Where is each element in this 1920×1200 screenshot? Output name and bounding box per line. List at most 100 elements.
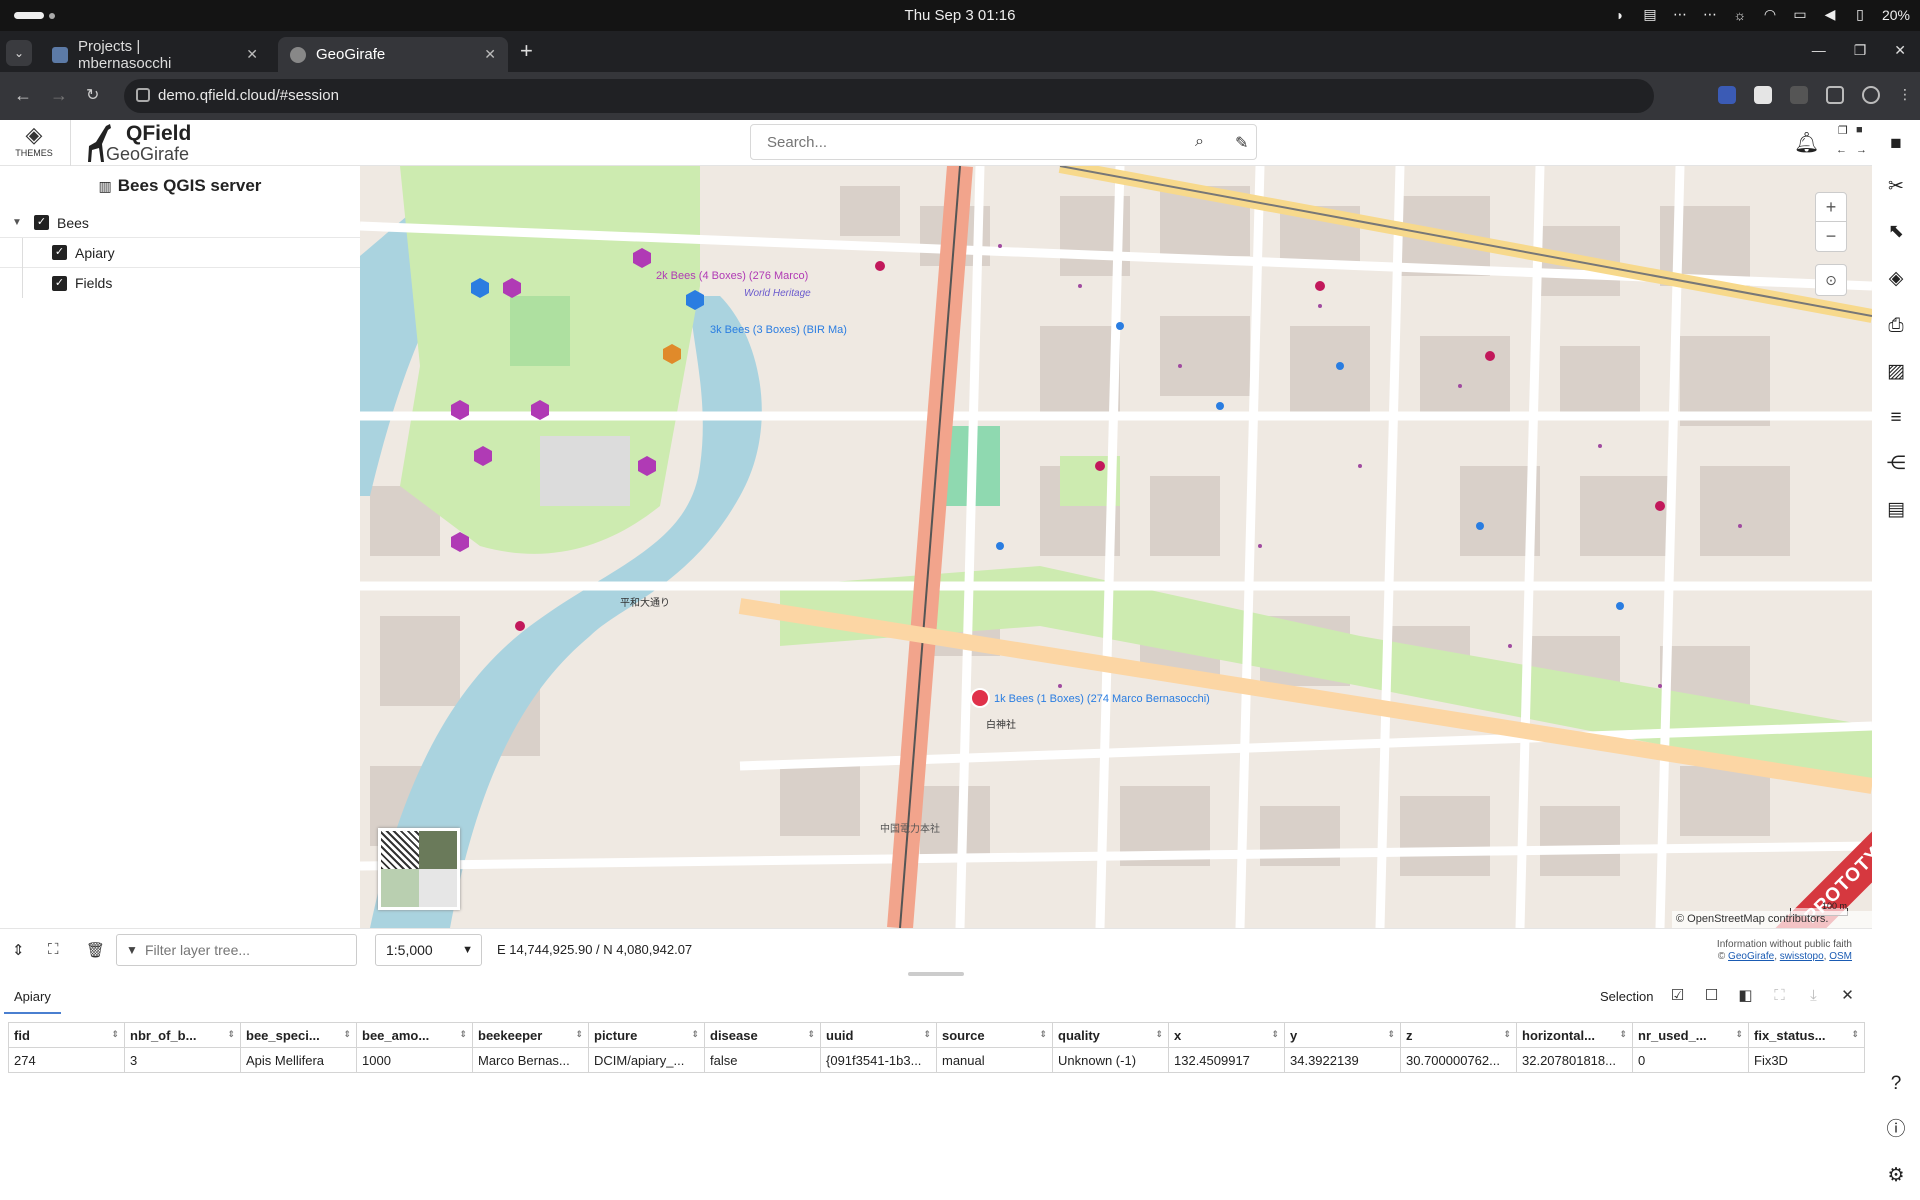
close-icon[interactable]: ✕ — [484, 46, 496, 63]
tab-projects[interactable]: Projects | mbernasocchi ✕ — [40, 37, 270, 72]
database-icon[interactable]: ≡ — [1884, 406, 1908, 430]
column-header[interactable]: quality ⇕ — [1052, 1022, 1169, 1048]
more-icon[interactable]: ⋯ — [1702, 6, 1718, 23]
sort-icon[interactable]: ⇕ — [343, 1029, 351, 1040]
sort-icon[interactable]: ⇕ — [1387, 1029, 1395, 1040]
sort-icon[interactable]: ⇕ — [1271, 1029, 1279, 1040]
select-checked-icon[interactable]: ☑ — [1667, 986, 1687, 1006]
column-header[interactable]: nbr_of_b... ⇕ — [124, 1022, 241, 1048]
sort-icon[interactable]: ⇕ — [1155, 1029, 1163, 1040]
sort-icon[interactable]: ⇕ — [459, 1029, 467, 1040]
scale-select[interactable]: 1:5,000 ▼ — [375, 934, 482, 966]
link-geogirafe[interactable]: GeoGirafe — [1728, 951, 1774, 962]
hatch-icon[interactable]: ▨ — [1884, 360, 1908, 384]
zoom-extent-icon[interactable]: ⛶ — [48, 941, 59, 958]
sort-icon[interactable]: ⇕ — [111, 1029, 119, 1040]
layer-item-apiary[interactable]: ✓ Apiary — [0, 238, 360, 268]
battery-icon[interactable]: ▯ — [1852, 6, 1868, 23]
table-row[interactable]: 274 3 Apis Mellifera 1000 Marco Bernas..… — [8, 1047, 1865, 1073]
clipboard-icon[interactable]: ▤ — [1642, 6, 1658, 23]
table-cell[interactable]: {091f3541-1b3... — [820, 1047, 937, 1073]
column-header[interactable]: horizontal... ⇕ — [1516, 1022, 1633, 1048]
column-header[interactable]: fix_status... ⇕ — [1748, 1022, 1865, 1048]
tab-geogirafe[interactable]: GeoGirafe ✕ — [278, 37, 508, 72]
url-field[interactable]: demo.qfield.cloud/#session — [124, 79, 1654, 113]
back-icon[interactable]: ← — [14, 85, 32, 106]
print-icon[interactable]: ⎙ — [1884, 314, 1908, 338]
info-icon[interactable]: ⓘ — [1884, 1118, 1908, 1142]
invert-selection-icon[interactable]: ◧ — [1735, 986, 1755, 1006]
select-none-icon[interactable]: ☐ — [1701, 986, 1721, 1006]
map-canvas[interactable]: 2k Bees (4 Boxes) (276 Marco) 3k Bees (3… — [360, 166, 1872, 928]
themes-button[interactable]: ◈ THEMES — [8, 122, 60, 164]
video-icon[interactable]: ■ — [1884, 132, 1908, 156]
close-icon[interactable]: ✕ — [246, 46, 258, 63]
column-header[interactable]: uuid ⇕ — [820, 1022, 937, 1048]
minimize-icon[interactable]: — — [1812, 42, 1826, 59]
panel-resize-handle[interactable] — [908, 972, 964, 976]
layer-item-fields[interactable]: ✓ Fields — [0, 268, 360, 298]
table-cell[interactable]: 32.207801818... — [1516, 1047, 1633, 1073]
sort-icon[interactable]: ⇕ — [691, 1029, 699, 1040]
sort-icon[interactable]: ⇕ — [923, 1029, 931, 1040]
column-header[interactable]: y ⇕ — [1284, 1022, 1401, 1048]
window-icon[interactable]: ❐ — [1838, 124, 1848, 137]
layer-checkbox[interactable]: ✓ — [52, 245, 67, 260]
extension-icon[interactable] — [1718, 86, 1736, 104]
sort-icon[interactable]: ⇕ — [807, 1029, 815, 1040]
more-icon[interactable]: ⋯ — [1672, 6, 1688, 23]
sort-icon[interactable]: ⇕ — [1039, 1029, 1047, 1040]
column-header[interactable]: bee_amo... ⇕ — [356, 1022, 473, 1048]
layers-stack-icon[interactable]: ◈ — [1884, 267, 1908, 291]
search-input[interactable] — [767, 125, 1167, 159]
table-cell[interactable]: Marco Bernas... — [472, 1047, 589, 1073]
table-cell[interactable]: 30.700000762... — [1400, 1047, 1517, 1073]
table-cell[interactable]: 1000 — [356, 1047, 473, 1073]
forward-icon[interactable]: → — [50, 85, 68, 106]
help-icon[interactable]: ? — [1884, 1072, 1908, 1096]
brightness-icon[interactable]: ☼ — [1732, 7, 1748, 23]
arrow-forward-icon[interactable]: → — [1856, 144, 1867, 156]
search-icon[interactable]: ⌕ — [1195, 133, 1204, 151]
column-header[interactable]: source ⇕ — [936, 1022, 1053, 1048]
sort-icon[interactable]: ⇕ — [575, 1029, 583, 1040]
geolocation-button[interactable]: ⊙ — [1815, 264, 1847, 296]
table-cell[interactable]: Fix3D — [1748, 1047, 1865, 1073]
column-header[interactable]: x ⇕ — [1168, 1022, 1285, 1048]
download-icon[interactable]: ⤓ — [1803, 986, 1823, 1006]
table-cell[interactable]: 132.4509917 — [1168, 1047, 1285, 1073]
extension-icon[interactable] — [1754, 86, 1772, 104]
table-cell[interactable]: Unknown (-1) — [1052, 1047, 1169, 1073]
maximize-icon[interactable]: ❐ — [1854, 42, 1867, 59]
trash-icon[interactable]: 🗑︎ — [86, 941, 105, 959]
new-tab-button[interactable]: + — [520, 38, 533, 64]
extension-icon[interactable] — [1790, 86, 1808, 104]
link-osm[interactable]: OSM — [1829, 951, 1852, 962]
column-header[interactable]: nr_used_... ⇕ — [1632, 1022, 1749, 1048]
zoom-in-button[interactable]: + — [1816, 193, 1846, 222]
filter-input[interactable] — [145, 935, 345, 965]
sort-icon[interactable]: ⇕ — [1619, 1029, 1627, 1040]
system-tray[interactable]: ◗ ▤ ⋯ ⋯ ☼ ◠ ▭ ◀ ▯ 20% — [1612, 6, 1910, 23]
link-swisstopo[interactable]: swisstopo — [1780, 951, 1824, 962]
layer-checkbox[interactable]: ✓ — [52, 275, 67, 291]
column-header[interactable]: bee_speci... ⇕ — [240, 1022, 357, 1048]
column-header[interactable]: z ⇕ — [1400, 1022, 1517, 1048]
zoom-out-button[interactable]: − — [1816, 222, 1846, 251]
share-icon[interactable]: ⋲ — [1884, 452, 1908, 476]
reload-icon[interactable]: ↻ — [86, 85, 99, 105]
draw-pencil-icon[interactable]: ✎ — [1235, 133, 1248, 153]
square-icon[interactable]: ■ — [1856, 124, 1863, 136]
select-cursor-icon[interactable]: ⬉ — [1884, 220, 1908, 244]
table-cell[interactable]: 0 — [1632, 1047, 1749, 1073]
wifi-icon[interactable]: ◠ — [1762, 6, 1778, 23]
table-cell[interactable]: 3 — [124, 1047, 241, 1073]
column-header[interactable]: disease ⇕ — [704, 1022, 821, 1048]
expand-collapse-icon[interactable]: ⇕ — [12, 941, 25, 959]
image-icon[interactable]: ▤ — [1884, 498, 1908, 522]
tab-search-button[interactable]: ⌄ — [6, 40, 32, 66]
settings-gear-icon[interactable]: ⚙ — [1884, 1164, 1908, 1188]
layer-checkbox[interactable]: ✓ — [34, 215, 49, 230]
table-cell[interactable]: 34.3922139 — [1284, 1047, 1401, 1073]
table-cell[interactable]: manual — [936, 1047, 1053, 1073]
